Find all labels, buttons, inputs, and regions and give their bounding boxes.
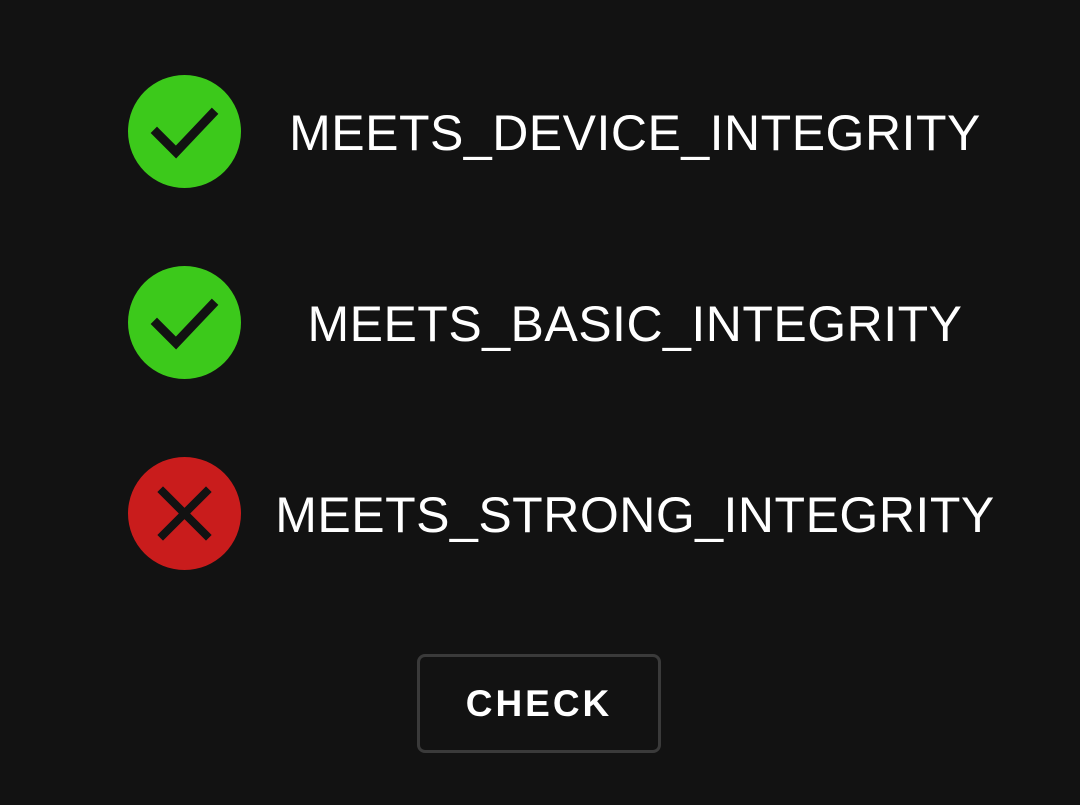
close-icon [128, 457, 241, 570]
integrity-label-device: MEETS_DEVICE_INTEGRITY [289, 105, 981, 161]
check-icon [128, 266, 241, 379]
integrity-row-device: MEETS_DEVICE_INTEGRITY [0, 75, 1080, 189]
check-button[interactable]: CHECK [417, 654, 661, 753]
integrity-row-basic: MEETS_BASIC_INTEGRITY [0, 266, 1080, 380]
integrity-label-basic: MEETS_BASIC_INTEGRITY [307, 296, 963, 352]
integrity-row-strong: MEETS_STRONG_INTEGRITY [0, 457, 1080, 571]
integrity-label-strong: MEETS_STRONG_INTEGRITY [275, 487, 995, 543]
check-icon [128, 75, 241, 188]
